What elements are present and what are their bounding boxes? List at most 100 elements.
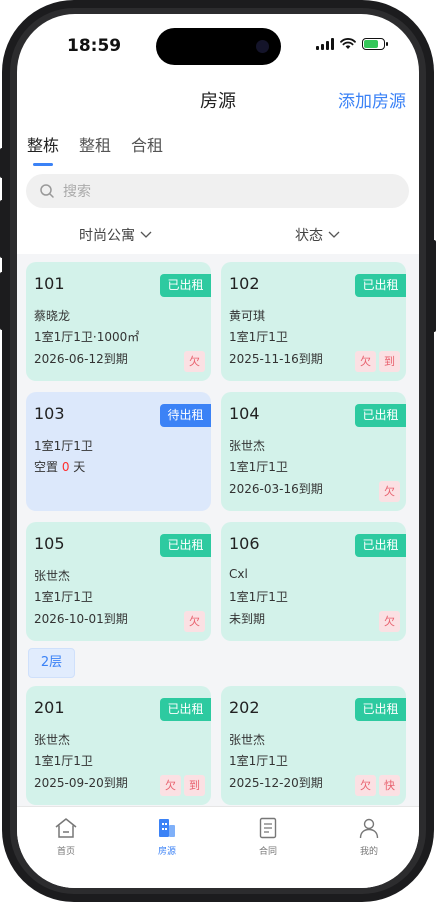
- due-tag: 到: [379, 351, 400, 372]
- tenant-name: 张世杰: [229, 439, 266, 453]
- tenant-name: 张世杰: [34, 733, 71, 747]
- room-number: 104: [229, 404, 260, 423]
- lease-end: 2025-11-16到期: [229, 352, 323, 366]
- tenant-name: 蔡晓龙: [34, 309, 71, 323]
- building-icon: [159, 819, 175, 837]
- tab-home[interactable]: 首页: [36, 817, 96, 857]
- app-screen: 18:59 房源 添加房源 整栋 整租 合租 搜索 时尚公寓 状态 101 已出…: [17, 14, 419, 888]
- tag-group: 欠 到: [160, 775, 205, 796]
- volume-down-button: [0, 272, 5, 330]
- status-time: 18:59: [67, 36, 122, 56]
- tag-group: 欠: [184, 611, 205, 632]
- search-placeholder: 搜索: [63, 184, 91, 200]
- arrears-tag: 欠: [355, 775, 376, 796]
- room-layout: 1室1厅1卫: [34, 439, 93, 453]
- room-card-106[interactable]: 106 已出租 Cxl 1室1厅1卫 未到期 欠: [221, 522, 406, 641]
- floor-label-2[interactable]: 2层: [28, 648, 75, 678]
- arrears-tag: 欠: [184, 611, 205, 632]
- status-badge: 已出租: [355, 274, 406, 297]
- status-icons: [316, 38, 388, 50]
- arrears-tag: 欠: [355, 351, 376, 372]
- status-badge: 已出租: [355, 534, 406, 557]
- action-button: [0, 148, 5, 178]
- lease-end: 未到期: [229, 612, 266, 626]
- tenant-name: 张世杰: [229, 733, 266, 747]
- tab-profile[interactable]: 我的: [339, 817, 399, 857]
- status-badge: 已出租: [355, 404, 406, 427]
- tenant-name: 张世杰: [34, 569, 71, 583]
- room-card-105[interactable]: 105 已出租 张世杰 1室1厅1卫 2026-10-01到期 欠: [26, 522, 211, 641]
- vacancy-suffix: 天: [69, 460, 86, 474]
- lease-end: 2025-12-20到期: [229, 776, 323, 790]
- profile-icon: [359, 818, 379, 839]
- room-number: 103: [34, 404, 65, 423]
- room-layout: 1室1厅1卫: [229, 460, 288, 474]
- lease-end: 2026-03-16到期: [229, 482, 323, 496]
- room-layout: 1室1厅1卫: [229, 330, 288, 344]
- room-number: 202: [229, 698, 260, 717]
- camera-icon: [256, 40, 269, 53]
- room-grid: 101 已出租 蔡晓龙 1室1厅1卫·1000㎡ 2026-06-12到期 欠 …: [17, 254, 419, 806]
- room-card-101[interactable]: 101 已出租 蔡晓龙 1室1厅1卫·1000㎡ 2026-06-12到期 欠: [26, 262, 211, 381]
- search-icon: [40, 184, 54, 198]
- room-number: 101: [34, 274, 65, 293]
- home-indicator: [150, 874, 286, 879]
- room-layout: 1室1厅1卫: [34, 754, 93, 768]
- lease-end: 2026-06-12到期: [34, 352, 128, 366]
- tab-profile-label: 我的: [359, 847, 378, 857]
- tag-group: 欠 快: [355, 775, 400, 796]
- tab-whole-rent[interactable]: 整租: [79, 132, 111, 166]
- room-number: 106: [229, 534, 260, 553]
- room-number: 102: [229, 274, 260, 293]
- tag-group: 欠: [379, 611, 400, 632]
- filter-bar: 时尚公寓 状态: [17, 222, 419, 252]
- nav-bar: 房源 添加房源: [17, 84, 419, 114]
- tag-group: 欠: [184, 351, 205, 372]
- tag-group: 欠: [379, 481, 400, 502]
- tab-contracts[interactable]: 合同: [238, 817, 298, 857]
- arrears-tag: 欠: [184, 351, 205, 372]
- status-badge: 已出租: [160, 698, 211, 721]
- building-filter-dropdown[interactable]: 时尚公寓: [79, 225, 152, 245]
- tab-listings[interactable]: 房源: [137, 817, 197, 857]
- tag-group: 欠 到: [355, 351, 400, 372]
- room-layout: 1室1厅1卫: [34, 590, 93, 604]
- building-filter-label: 时尚公寓: [79, 228, 135, 244]
- status-bar: 18:59: [17, 14, 419, 74]
- room-card-104[interactable]: 104 已出租 张世杰 1室1厅1卫 2026-03-16到期 欠: [221, 392, 406, 511]
- wifi-icon: [340, 38, 356, 49]
- room-card-102[interactable]: 102 已出租 黄可琪 1室1厅1卫 2025-11-16到期 欠 到: [221, 262, 406, 381]
- room-card-103[interactable]: 103 待出租 1室1厅1卫 空置 0 天: [26, 392, 211, 511]
- room-card-201[interactable]: 201 已出租 张世杰 1室1厅1卫 2025-09-20到期 欠 到: [26, 686, 211, 805]
- room-layout: 1室1厅1卫: [229, 590, 288, 604]
- lease-end: 2025-09-20到期: [34, 776, 128, 790]
- arrears-tag: 欠: [379, 481, 400, 502]
- expiring-soon-tag: 快: [379, 775, 400, 796]
- volume-up-button: [0, 200, 5, 258]
- status-filter-dropdown[interactable]: 状态: [295, 225, 340, 245]
- vacancy-prefix: 空置: [34, 460, 62, 474]
- chevron-down-icon: [328, 231, 340, 238]
- side-button: [431, 240, 436, 332]
- tab-shared-rent[interactable]: 合租: [131, 132, 163, 166]
- chevron-down-icon: [140, 231, 152, 238]
- cellular-signal-icon: [316, 38, 334, 50]
- status-badge: 已出租: [160, 534, 211, 557]
- status-badge: 已出租: [160, 274, 211, 297]
- add-listing-button[interactable]: 添加房源: [338, 87, 406, 112]
- tab-listings-label: 房源: [157, 847, 176, 857]
- room-number: 105: [34, 534, 65, 553]
- battery-icon: [362, 38, 388, 50]
- tab-home-label: 首页: [56, 847, 75, 857]
- room-card-202[interactable]: 202 已出租 张世杰 1室1厅1卫 2025-12-20到期 欠 快: [221, 686, 406, 805]
- listing-type-tabs: 整栋 整租 合租: [27, 132, 163, 166]
- search-input[interactable]: 搜索: [26, 174, 409, 208]
- dynamic-island: [156, 28, 281, 65]
- tab-whole-building[interactable]: 整栋: [27, 132, 59, 166]
- status-badge: 已出租: [355, 698, 406, 721]
- vacancy-days: 空置 0 天: [34, 458, 85, 475]
- lease-end: 2026-10-01到期: [34, 612, 128, 626]
- tenant-name: 黄可琪: [229, 309, 266, 323]
- status-badge: 待出租: [160, 404, 211, 427]
- arrears-tag: 欠: [160, 775, 181, 796]
